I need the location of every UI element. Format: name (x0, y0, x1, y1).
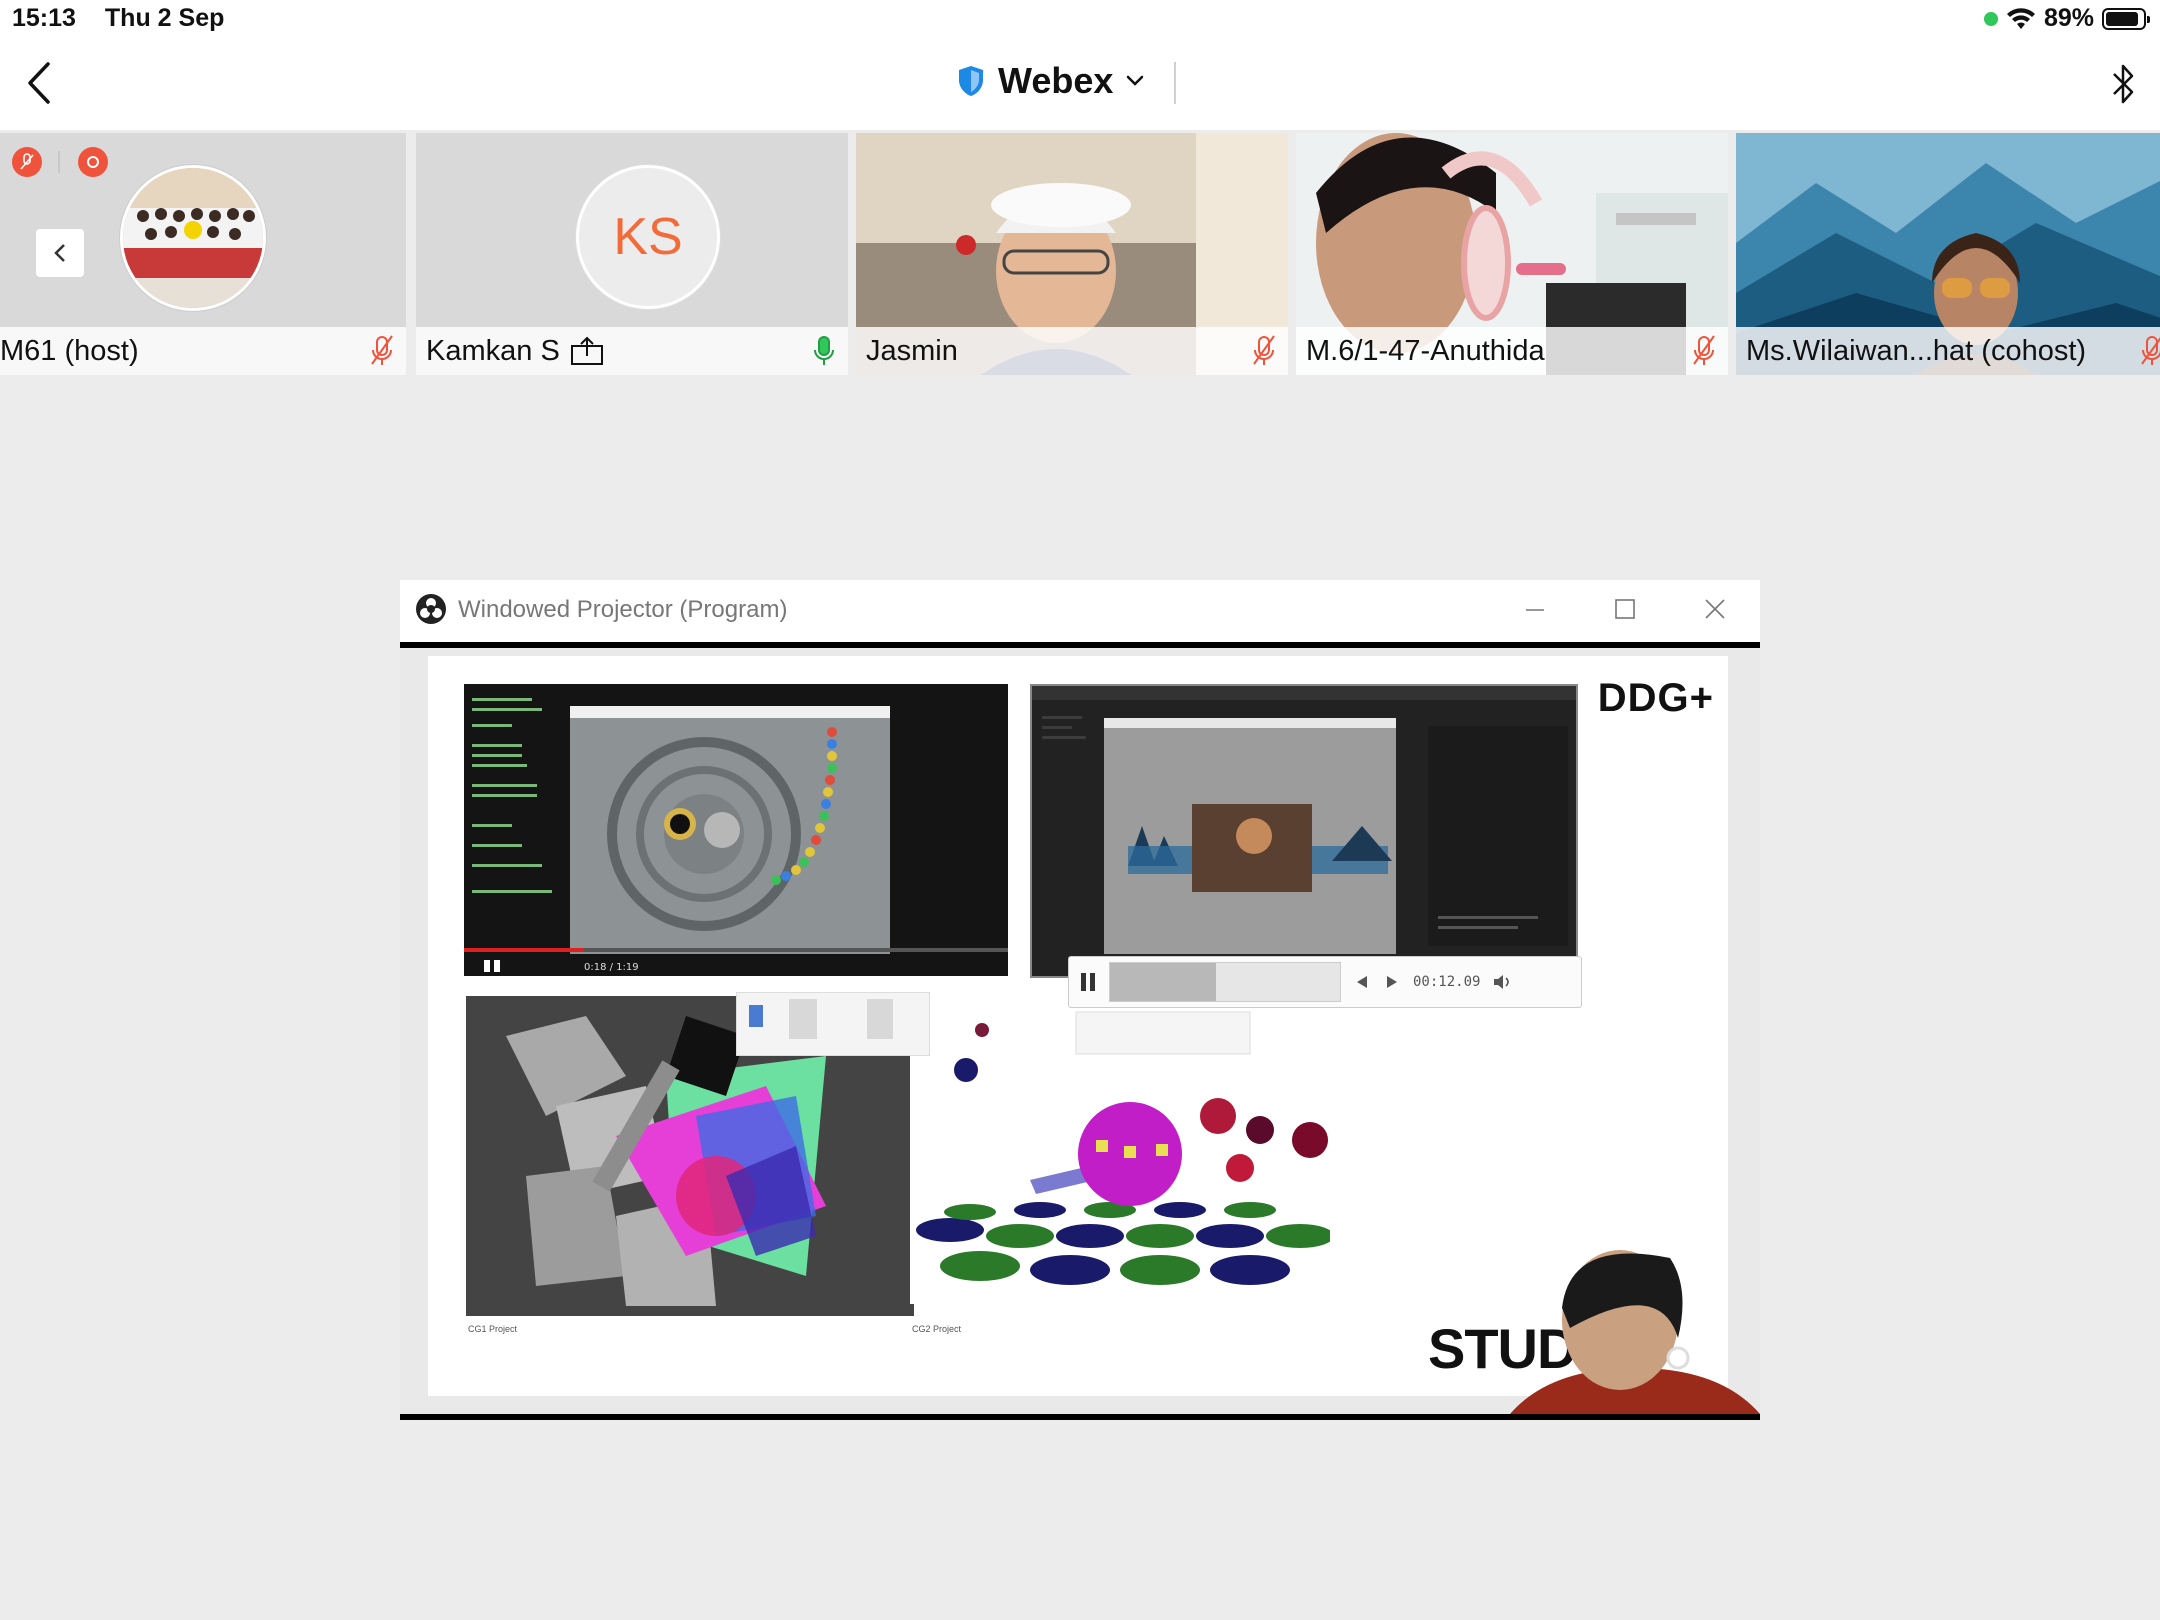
participant-name-bar: M.6/1-47-Anuthida (1296, 327, 1728, 375)
next-frame-icon[interactable] (1383, 973, 1401, 991)
game-video-panel: 0:18 / 1:19 (464, 684, 1008, 976)
mic-active-icon (814, 336, 834, 365)
group-photo-image (123, 168, 263, 308)
mic-muted-icon (1693, 335, 1715, 365)
participant-name-bar: Jasmin (856, 327, 1288, 375)
record-icon[interactable] (78, 147, 108, 177)
projector-title: Windowed Projector (Program) (458, 596, 788, 623)
status-right: 89% (1983, 4, 2150, 33)
caption-cg1: CG1 Project (468, 1324, 518, 1334)
status-time: 15:13 (12, 4, 76, 32)
camera-in-use-icon (1983, 11, 1998, 26)
participant-name-bar: Ms.Wilaiwan...hat (cohost) (1736, 327, 2160, 375)
maximize-icon[interactable] (1610, 594, 1640, 624)
volume-icon[interactable] (1492, 973, 1514, 991)
previous-frame-icon[interactable] (1353, 973, 1371, 991)
status-date: Thu 2 Sep (104, 4, 225, 32)
participant-name-bar: Kamkan S (416, 327, 848, 375)
back-chevron-icon[interactable] (20, 58, 60, 108)
participant-name: Kamkan S (426, 334, 560, 367)
status-left: 15:13 Thu 2 Sep (12, 4, 246, 33)
projector-title-bar: Windowed Projector (Program) (400, 580, 1760, 648)
avatar (120, 165, 266, 311)
editor-toolbar-overlay (736, 992, 930, 1056)
participant-name: M61 (host) (0, 334, 139, 367)
participant-tile-wilaiwan[interactable]: Ms.Wilaiwan...hat (cohost) (1736, 133, 2160, 375)
battery-icon (2102, 7, 2150, 30)
participant-tile-kamkan[interactable]: KS Kamkan S (416, 133, 848, 375)
pause-icon[interactable] (1079, 971, 1097, 993)
shared-screen[interactable]: Windowed Projector (Program) 0:18 / 1:19… (400, 580, 1760, 1420)
media-time: 00:12.09 (1413, 974, 1481, 990)
mute-all-icon[interactable] (12, 147, 42, 177)
participant-name: M.6/1-47-Anuthida (1306, 334, 1545, 367)
editor-panel (1030, 684, 1578, 978)
status-bar: 15:13 Thu 2 Sep 89% (0, 0, 2160, 40)
projector-bottom-border (400, 1414, 1760, 1420)
bluetooth-icon[interactable] (2106, 60, 2140, 110)
obs-logo-icon (416, 594, 446, 624)
mic-muted-icon (2141, 336, 2160, 365)
participant-name: Jasmin (866, 334, 958, 367)
presenter-webcam (1510, 1248, 1760, 1414)
participant-tile-host[interactable]: M61 (host) (0, 133, 406, 375)
participant-name: Ms.Wilaiwan...hat (cohost) (1746, 334, 2087, 367)
mic-muted-icon (371, 335, 393, 365)
strip-back-button[interactable] (36, 229, 84, 277)
participant-tile-jasmin[interactable]: Jasmin (856, 133, 1288, 375)
chevron-down-icon (1127, 75, 1144, 86)
nav-bar: Webex (0, 40, 2160, 130)
battery-percent: 89% (2043, 4, 2094, 32)
ddg-logo: DDG+ (1597, 676, 1714, 720)
shield-icon (959, 66, 983, 96)
badge-divider (58, 151, 60, 173)
projector-content: 0:18 / 1:19 00:12.09 DDG+ STUDEN CG1 Pro… (400, 648, 1760, 1414)
wifi-icon (2006, 7, 2035, 29)
cg2-project-panel (910, 990, 1330, 1304)
video-time: 0:18 / 1:19 (584, 962, 639, 973)
caption-cg2: CG2 Project (912, 1324, 962, 1334)
media-player-controls[interactable]: 00:12.09 (1068, 956, 1582, 1008)
initials-avatar: KS (576, 165, 720, 309)
close-icon[interactable] (1700, 594, 1730, 624)
share-screen-icon (570, 336, 603, 365)
media-progress-track[interactable] (1109, 962, 1341, 1002)
minimize-icon[interactable] (1520, 594, 1550, 624)
participant-name-bar: M61 (host) (0, 327, 406, 375)
meeting-title-dropdown[interactable]: Webex (956, 60, 1145, 102)
meeting-title: Webex (998, 60, 1114, 101)
participant-tile-anuthida[interactable]: M.6/1-47-Anuthida (1296, 133, 1728, 375)
nav-divider (1174, 62, 1176, 104)
mic-muted-icon (1253, 335, 1275, 365)
participant-strip: M61 (host) KS Kamkan S Jasmin M.6/1-47-A… (0, 133, 2160, 375)
